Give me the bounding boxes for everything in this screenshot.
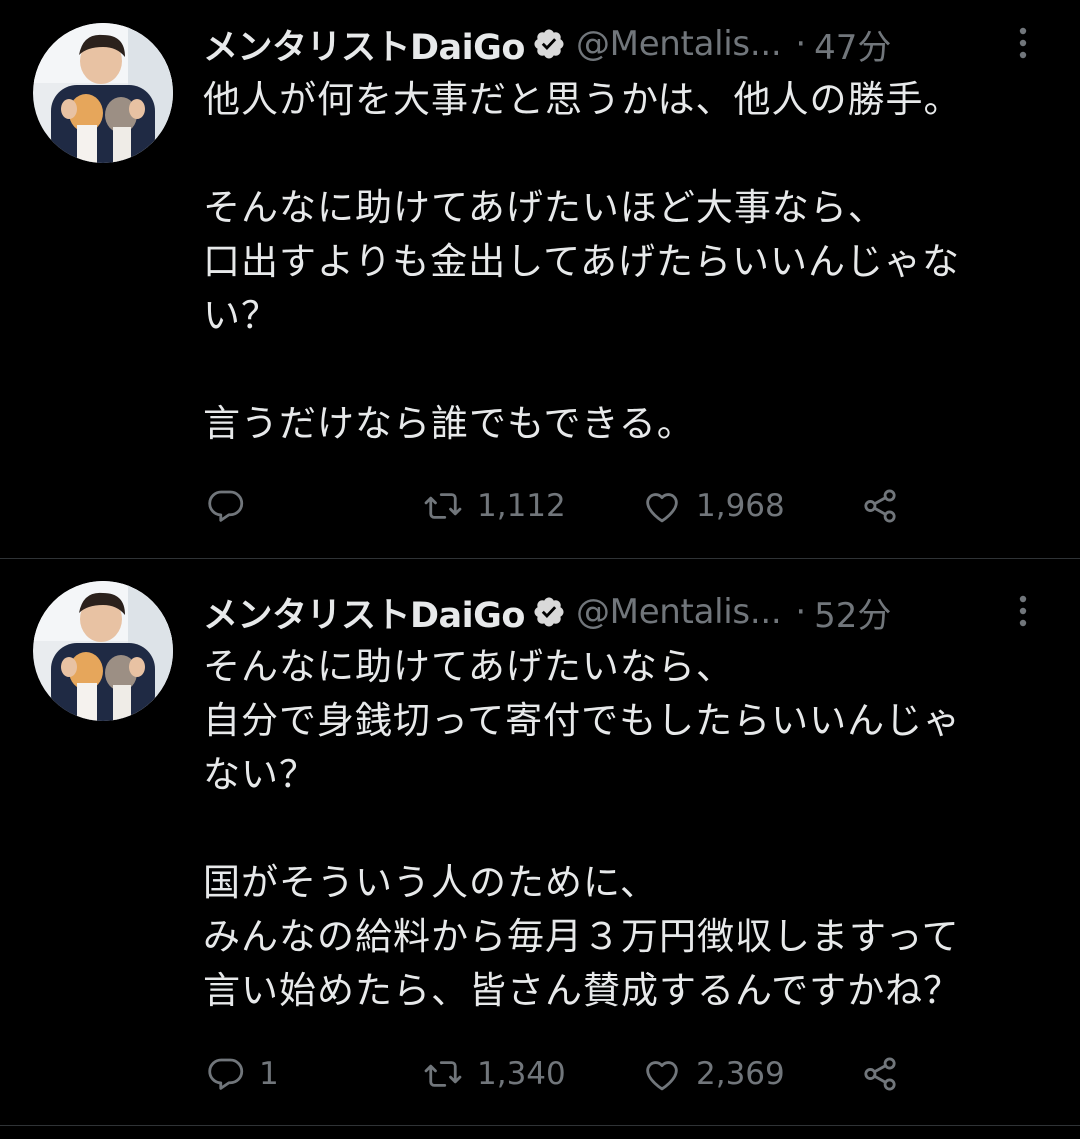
retweet-count: 1,340 [477,1056,566,1092]
retweet-icon [424,1061,462,1087]
like-icon [646,1061,678,1091]
like-button[interactable]: 1,968 [640,481,785,531]
tweet-text: 他人が何を大事だと思うかは、他人の勝手。 そんなに助けてあげたいほど大事なら、 … [203,78,962,445]
tweet-text: そんなに助けてあげたいなら、 自分で身銭切って寄付でもしたらいいんじゃ ない？ … [203,645,962,1012]
reply-button[interactable]: 1 [205,1049,279,1099]
retweet-button[interactable]: 1,112 [421,481,566,531]
more-icon[interactable] [1018,26,1028,60]
handle[interactable]: @Mentalis... [576,592,782,632]
tweet[interactable]: メンタリストDaiGo @Mentalis... · 52分 そんなに助けてあげ… [0,559,1080,1125]
share-button[interactable] [858,481,902,531]
timestamp[interactable]: 47分 [814,20,891,69]
timestamp[interactable]: 52分 [814,588,891,637]
verified-badge-icon [534,29,564,59]
share-icon [864,489,896,523]
divider [0,1125,1080,1126]
display-name[interactable]: メンタリストDaiGo [203,587,525,638]
verified-badge-icon [534,597,564,627]
handle[interactable]: @Mentalis... [576,24,782,64]
separator: · [795,592,807,632]
reply-icon [208,490,244,522]
separator: · [795,24,807,64]
retweet-icon [424,493,462,519]
tweet-actions: 1,112 1,968 [203,481,923,531]
like-count: 1,968 [696,488,785,524]
like-icon [646,493,678,523]
share-button[interactable] [858,1049,902,1099]
tweet-header: メンタリストDaiGo @Mentalis... · 47分 [203,20,1060,68]
timeline: メンタリストDaiGo @Mentalis... · 47分 他人が何を大事だと… [0,0,1080,1139]
reply-button[interactable] [205,481,259,531]
reply-count: 1 [259,1056,279,1092]
avatar[interactable] [33,23,173,163]
like-count: 2,369 [696,1056,785,1092]
like-button[interactable]: 2,369 [640,1049,785,1099]
more-icon[interactable] [1018,594,1028,628]
avatar[interactable] [33,581,173,721]
display-name[interactable]: メンタリストDaiGo [203,19,525,70]
share-icon [864,1057,896,1091]
retweet-button[interactable]: 1,340 [421,1049,566,1099]
tweet-header: メンタリストDaiGo @Mentalis... · 52分 [203,588,1060,636]
reply-icon [208,1058,244,1090]
tweet[interactable]: メンタリストDaiGo @Mentalis... · 47分 他人が何を大事だと… [0,0,1080,558]
tweet-actions: 1 1,340 2,369 [203,1049,923,1099]
retweet-count: 1,112 [477,488,566,524]
